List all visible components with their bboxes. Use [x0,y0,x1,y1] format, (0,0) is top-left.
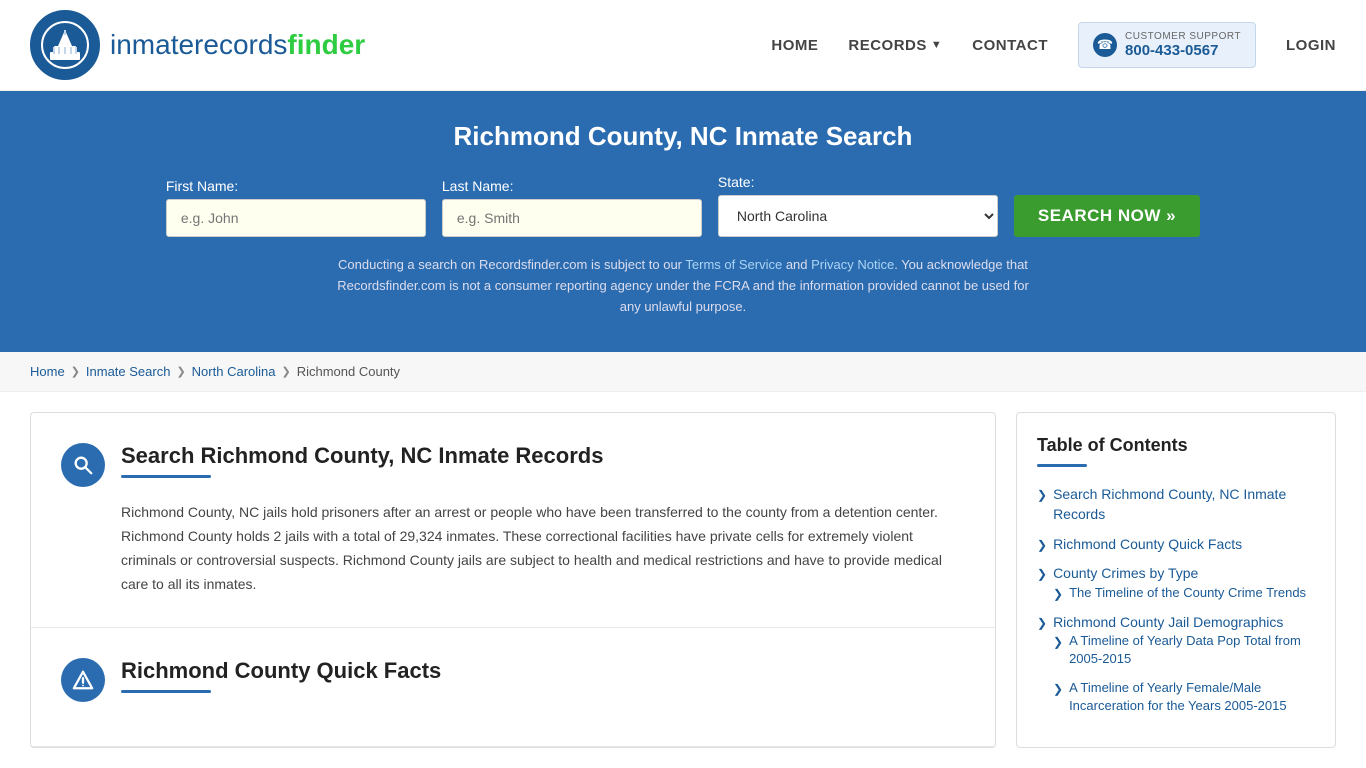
hero-disclaimer: Conducting a search on Recordsfinder.com… [333,255,1033,317]
toc-divider [1037,464,1087,467]
quick-facts-title-underline [121,690,211,693]
toc-arrow-icon: ❯ [1053,634,1063,651]
toc-label-quickfacts: Richmond County Quick Facts [1053,535,1242,555]
toc-link-quickfacts[interactable]: ❯ Richmond County Quick Facts [1037,535,1315,555]
content-section: Search Richmond County, NC Inmate Record… [30,412,996,748]
toc-arrow-icon: ❯ [1037,615,1047,632]
search-button[interactable]: SEARCH NOW » [1014,195,1200,237]
search-section-header: Search Richmond County, NC Inmate Record… [61,443,965,487]
search-content-block: Search Richmond County, NC Inmate Record… [31,413,995,627]
toc-arrow-icon: ❯ [1053,681,1063,698]
phone-icon: ☎ [1093,33,1117,57]
privacy-link[interactable]: Privacy Notice [811,257,894,272]
toc-label-demographics: Richmond County Jail Demographics [1053,613,1283,633]
search-title-underline [121,475,211,478]
toc-arrow-icon: ❯ [1053,586,1063,603]
breadcrumb-current: Richmond County [297,364,400,379]
toc-title: Table of Contents [1037,435,1315,456]
search-section-icon [61,443,105,487]
toc-link-yearly-data[interactable]: ❯ A Timeline of Yearly Data Pop Total fr… [1053,632,1315,668]
records-dropdown-icon: ▼ [931,39,942,51]
toc-link-search[interactable]: ❯ Search Richmond County, NC Inmate Reco… [1037,485,1315,524]
first-name-input[interactable] [166,199,426,237]
last-name-label: Last Name: [442,178,514,194]
toc-label-search: Search Richmond County, NC Inmate Record… [1053,485,1315,524]
breadcrumb-sep-1: ❯ [71,365,80,378]
hero-title: Richmond County, NC Inmate Search [20,121,1346,152]
state-label: State: [718,174,755,190]
first-name-label: First Name: [166,178,238,194]
breadcrumb-state[interactable]: North Carolina [192,364,276,379]
logo-icon [30,10,100,80]
toc-sidebar: Table of Contents ❯ Search Richmond Coun… [1016,412,1336,748]
list-item: ❯ County Crimes by Type ❯ The Timeline o… [1037,564,1315,602]
toc-label-yearly-data: A Timeline of Yearly Data Pop Total from… [1069,632,1315,668]
toc-label-crimes: County Crimes by Type [1053,564,1198,584]
toc-arrow-icon: ❯ [1037,537,1047,554]
main-content: Search Richmond County, NC Inmate Record… [0,392,1366,768]
list-item: ❯ The Timeline of the County Crime Trend… [1053,584,1315,603]
toc-link-demographics[interactable]: ❯ Richmond County Jail Demographics [1037,613,1315,633]
toc-link-crimes[interactable]: ❯ County Crimes by Type [1037,564,1315,584]
quick-facts-header: Richmond County Quick Facts [61,658,965,702]
state-select[interactable]: North Carolina [718,195,998,237]
list-item: ❯ Richmond County Quick Facts [1037,535,1315,555]
login-button[interactable]: LOGIN [1286,37,1336,54]
quick-facts-block: Richmond County Quick Facts [31,628,995,747]
list-item: ❯ A Timeline of Yearly Data Pop Total fr… [1053,632,1315,668]
toc-sub-list: ❯ A Timeline of Yearly Data Pop Total fr… [1037,632,1315,715]
support-label: CUSTOMER SUPPORT [1125,31,1241,42]
hero-section: Richmond County, NC Inmate Search First … [0,91,1366,352]
list-item: ❯ A Timeline of Yearly Female/Male Incar… [1053,679,1315,715]
nav-contact[interactable]: CONTACT [972,37,1048,54]
breadcrumb-inmate-search[interactable]: Inmate Search [86,364,171,379]
toc-sub-list: ❯ The Timeline of the County Crime Trend… [1037,584,1315,603]
toc-label-female-male: A Timeline of Yearly Female/Male Incarce… [1069,679,1315,715]
toc-arrow-icon: ❯ [1037,566,1047,583]
toc-label-crime-trends: The Timeline of the County Crime Trends [1069,584,1306,602]
search-section-body: Richmond County, NC jails hold prisoners… [61,501,965,596]
main-nav: HOME RECORDS ▼ CONTACT ☎ CUSTOMER SUPPOR… [771,22,1336,68]
site-header: inmaterecordsfinder HOME RECORDS ▼ CONTA… [0,0,1366,91]
nav-home[interactable]: HOME [771,37,818,54]
first-name-group: First Name: [166,178,426,237]
list-item: ❯ Richmond County Jail Demographics ❯ A … [1037,613,1315,715]
breadcrumb-sep-2: ❯ [176,365,185,378]
tos-link[interactable]: Terms of Service [685,257,782,272]
quick-facts-title: Richmond County Quick Facts [121,658,965,684]
toc-link-crime-trends[interactable]: ❯ The Timeline of the County Crime Trend… [1053,584,1315,603]
list-item: ❯ Search Richmond County, NC Inmate Reco… [1037,485,1315,524]
search-form: First Name: Last Name: State: North Caro… [20,174,1346,237]
toc-link-female-male[interactable]: ❯ A Timeline of Yearly Female/Male Incar… [1053,679,1315,715]
customer-support-button[interactable]: ☎ CUSTOMER SUPPORT 800-433-0567 [1078,22,1256,68]
support-number: 800-433-0567 [1125,42,1241,59]
logo-text: inmaterecordsfinder [110,29,365,61]
last-name-input[interactable] [442,199,702,237]
search-section-title: Search Richmond County, NC Inmate Record… [121,443,965,469]
breadcrumb: Home ❯ Inmate Search ❯ North Carolina ❯ … [0,352,1366,392]
last-name-group: Last Name: [442,178,702,237]
state-group: State: North Carolina [718,174,998,237]
logo-area: inmaterecordsfinder [30,10,365,80]
breadcrumb-sep-3: ❯ [282,365,291,378]
quick-facts-icon [61,658,105,702]
toc-arrow-icon: ❯ [1037,487,1047,504]
nav-records[interactable]: RECORDS ▼ [848,37,942,54]
breadcrumb-home[interactable]: Home [30,364,65,379]
toc-list: ❯ Search Richmond County, NC Inmate Reco… [1037,485,1315,715]
